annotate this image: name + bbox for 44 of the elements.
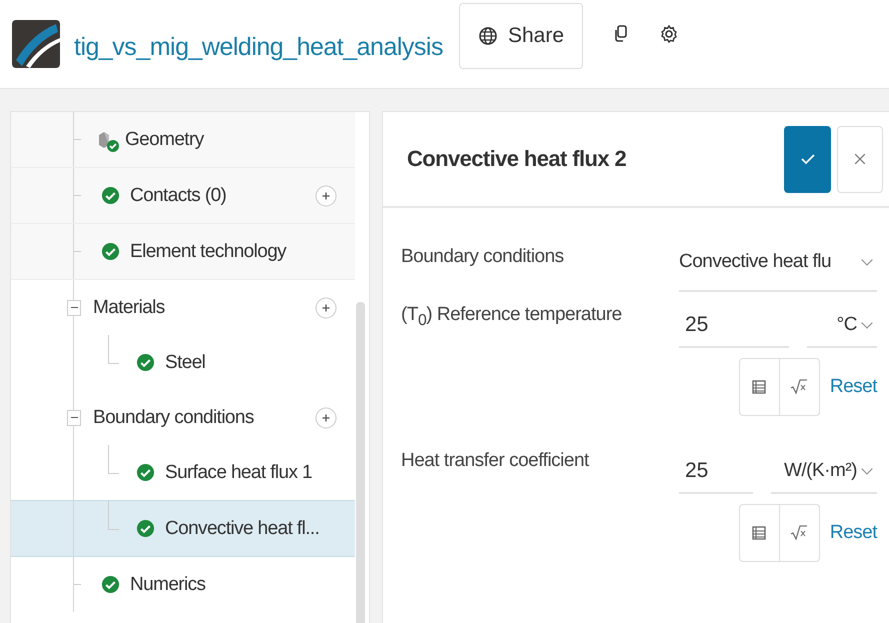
- tree-item[interactable]: Materials: [11, 280, 355, 335]
- confirm-button[interactable]: [784, 126, 831, 192]
- tree-label: Element technology: [130, 240, 286, 262]
- check-circle-icon: [136, 519, 155, 538]
- tree-item[interactable]: Surface heat flux 1: [11, 445, 355, 500]
- reset-link[interactable]: Reset: [830, 376, 877, 398]
- tree-item[interactable]: Numerics: [11, 557, 355, 612]
- field-label: Heat transfer coefficient: [401, 449, 590, 473]
- unit-dropdown[interactable]: W/(K·m²): [771, 438, 877, 494]
- tree-label: Numerics: [130, 574, 206, 596]
- tree-label: Geometry: [125, 128, 204, 150]
- reset-link[interactable]: Reset: [830, 522, 877, 544]
- globe-icon: [478, 26, 498, 46]
- tree-item[interactable]: Element technology: [11, 224, 355, 280]
- field-label: Boundary conditions: [401, 245, 565, 269]
- logo-icon: [12, 20, 60, 68]
- tree-item[interactable]: Boundary conditions: [11, 390, 355, 445]
- check-circle-icon: [101, 242, 120, 261]
- check-circle-icon: [136, 463, 155, 482]
- add-button[interactable]: [315, 296, 337, 318]
- settings-icon[interactable]: [659, 24, 680, 44]
- tree-item[interactable]: Contacts (0): [11, 168, 355, 224]
- project-title[interactable]: tig_vs_mig_welding_heat_analysis: [74, 32, 443, 62]
- collapse-icon[interactable]: [67, 300, 81, 316]
- unit-dropdown[interactable]: °C: [807, 292, 877, 348]
- field-label: (T$_{0}$) Reference temperature: [401, 303, 623, 331]
- tree-label: Boundary conditions: [93, 406, 254, 428]
- tree-label: Surface heat flux 1: [165, 462, 312, 484]
- tree-label: Contacts (0): [130, 184, 226, 206]
- tree-label: Steel: [165, 352, 206, 374]
- share-button[interactable]: Share: [458, 3, 584, 69]
- tree-item[interactable]: Convective heat fl...: [11, 500, 355, 557]
- tree-item[interactable]: Steel: [11, 335, 355, 390]
- add-button[interactable]: [315, 406, 337, 428]
- tree-label: Materials: [93, 296, 165, 318]
- tree-label: Convective heat fl...: [165, 518, 320, 540]
- check-circle-icon: [136, 353, 155, 372]
- tree-item[interactable]: Geometry: [11, 112, 355, 168]
- panel-title: Convective heat flux 2: [407, 146, 628, 172]
- check-circle-icon: [101, 186, 120, 205]
- add-button[interactable]: [315, 184, 337, 206]
- collapse-icon[interactable]: [67, 410, 81, 426]
- check-circle-icon: [101, 575, 120, 594]
- close-icon: [852, 151, 868, 167]
